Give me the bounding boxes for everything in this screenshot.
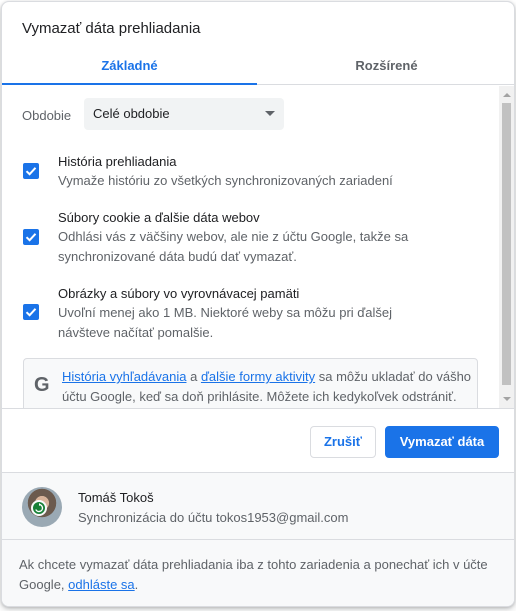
cancel-button[interactable]: Zrušiť bbox=[310, 426, 376, 458]
period-select-value: Celé obdobie bbox=[93, 106, 170, 121]
chevron-down-icon bbox=[265, 111, 275, 116]
history-checkbox[interactable] bbox=[23, 163, 39, 179]
tab-basic[interactable]: Základné bbox=[2, 49, 257, 85]
tab-bar: Základné Rozšírené bbox=[2, 49, 514, 85]
option-description: Vymaže históriu zo všetkých synchronizov… bbox=[58, 173, 393, 188]
option-title: Súbory cookie a ďalšie dáta webov bbox=[58, 210, 260, 225]
google-activity-info: G História vyhľadávania a ďalšie formy a… bbox=[23, 358, 478, 408]
dialog-title: Vymazať dáta prehliadania bbox=[22, 20, 201, 37]
clear-browsing-data-dialog: Vymazať dáta prehliadania Základné Rozší… bbox=[1, 1, 515, 607]
divider bbox=[2, 539, 514, 540]
option-title: Obrázky a súbory vo vyrovnávacej pamäti bbox=[58, 286, 300, 301]
cookies-checkbox[interactable] bbox=[23, 229, 39, 245]
search-history-link[interactable]: História vyhľadávania bbox=[62, 369, 186, 384]
info-text: História vyhľadávania a ďalšie formy akt… bbox=[62, 367, 472, 407]
other-activity-link[interactable]: ďalšie formy aktivity bbox=[201, 369, 315, 384]
option-description: Uvoľní menej ako 1 MB. Niektoré weby sa … bbox=[58, 305, 393, 340]
backdrop bbox=[0, 607, 516, 611]
tab-advanced[interactable]: Rozšírené bbox=[257, 49, 514, 85]
period-label: Obdobie bbox=[22, 108, 72, 123]
check-icon bbox=[25, 167, 37, 176]
sign-out-note: Ak chcete vymazať dáta prehliadania iba … bbox=[19, 555, 503, 595]
account-sync-status: Synchronizácia do účtu tokos1953@gmail.c… bbox=[78, 510, 349, 525]
sign-out-note-end: . bbox=[134, 577, 139, 592]
account-name: Tomáš Tokoš bbox=[78, 490, 154, 505]
divider bbox=[2, 408, 514, 409]
option-title: História prehliadania bbox=[58, 154, 177, 169]
period-select[interactable]: Celé obdobie bbox=[84, 98, 284, 130]
dialog-content: Obdobie Celé obdobie História prehliadan… bbox=[2, 86, 514, 408]
scroll-down-arrow-icon[interactable] bbox=[503, 397, 511, 401]
clear-data-button[interactable]: Vymazať dáta bbox=[385, 426, 499, 458]
content-scrollbar[interactable] bbox=[499, 86, 514, 408]
sync-icon bbox=[31, 500, 47, 516]
info-text-mid: a bbox=[186, 369, 201, 384]
account-section: Tomáš Tokoš Synchronizácia do účtu tokos… bbox=[2, 472, 514, 606]
check-icon bbox=[25, 233, 37, 242]
option-description: Odhlási vás z väčšiny webov, ale nie z ú… bbox=[58, 229, 409, 264]
scroll-thumb[interactable] bbox=[502, 103, 511, 385]
scroll-up-arrow-icon[interactable] bbox=[503, 93, 511, 97]
check-icon bbox=[25, 308, 37, 317]
google-g-icon: G bbox=[34, 374, 50, 396]
sign-out-link[interactable]: odhláste sa bbox=[68, 577, 135, 592]
sync-arrows-icon bbox=[35, 503, 44, 513]
cache-checkbox[interactable] bbox=[23, 304, 39, 320]
